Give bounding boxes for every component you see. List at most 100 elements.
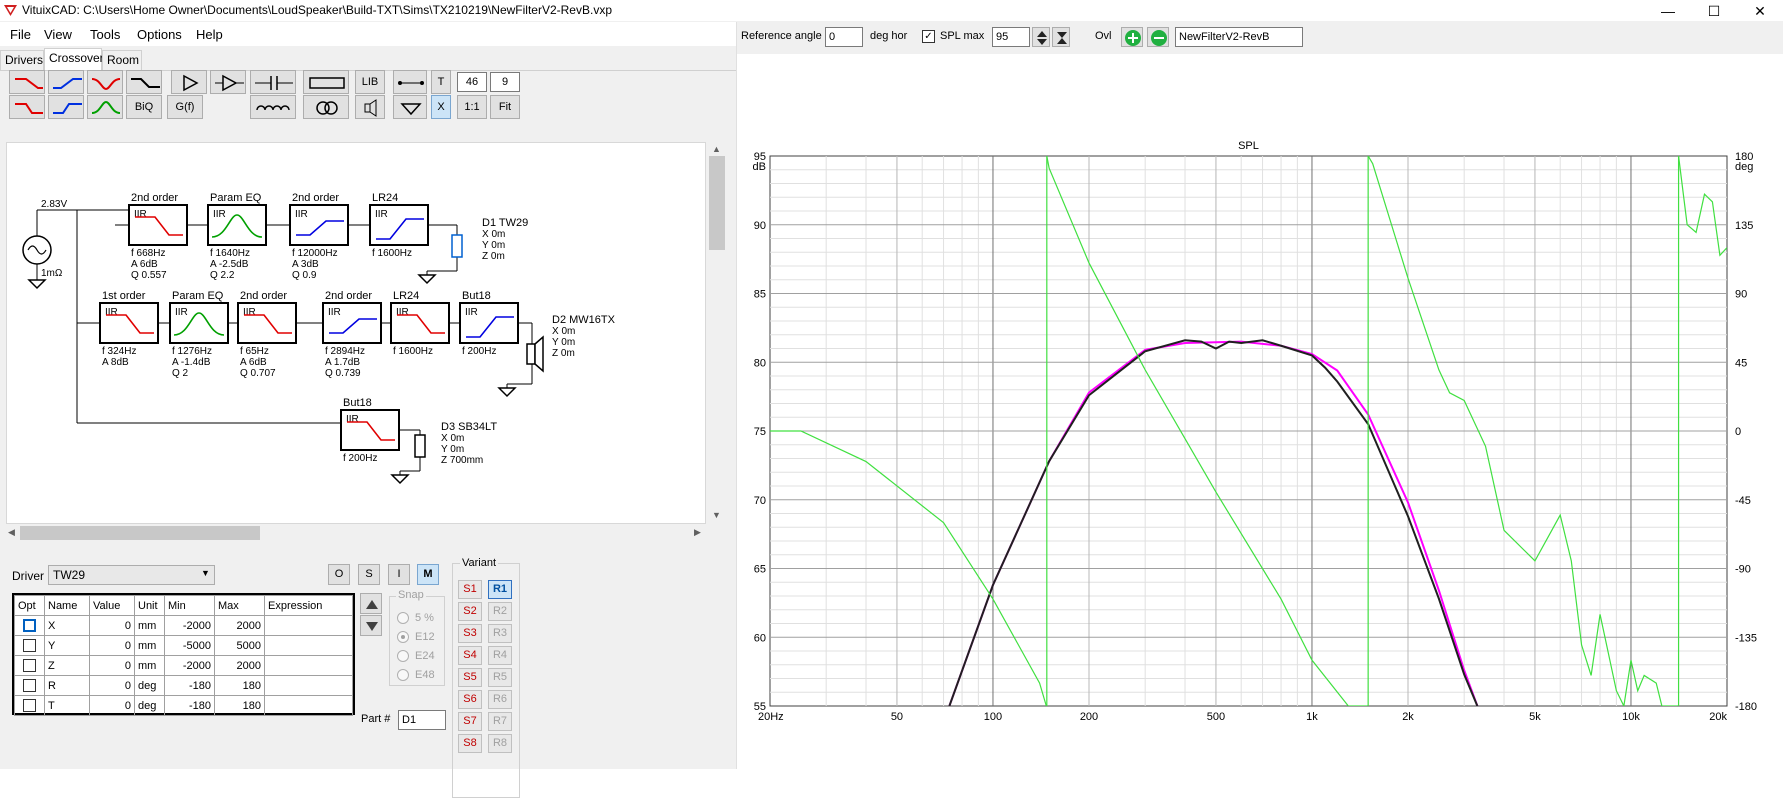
- filter-block[interactable]: 2nd order IIR f 12000HzA 3dBQ 0.9: [289, 192, 349, 281]
- notch-filter-button[interactable]: [87, 70, 123, 94]
- expression-cell[interactable]: [264, 635, 353, 656]
- snap-radio[interactable]: [397, 650, 409, 662]
- transfer-function-button[interactable]: G(f): [167, 95, 203, 119]
- scroll-right-icon[interactable]: ▶: [694, 527, 701, 538]
- value-cell[interactable]: 0: [89, 675, 135, 696]
- move-up-button[interactable]: [360, 593, 382, 614]
- expression-cell[interactable]: [264, 615, 353, 636]
- name-cell[interactable]: R: [44, 675, 90, 696]
- text-button[interactable]: T: [431, 70, 451, 94]
- variant-r-button[interactable]: R4: [488, 646, 512, 665]
- value-cell[interactable]: 0: [89, 655, 135, 676]
- biquad-button[interactable]: BiQ: [126, 95, 162, 119]
- opt-checkbox[interactable]: [23, 619, 36, 632]
- vertical-scrollbar[interactable]: ▲ ▼: [708, 142, 726, 524]
- horizontal-scroll-thumb[interactable]: [20, 526, 260, 540]
- reference-angle-field[interactable]: 0: [825, 27, 863, 47]
- table-row[interactable]: T 0 deg -180 180: [14, 695, 353, 716]
- driver-select[interactable]: TW29 ▼: [48, 565, 215, 585]
- vertical-scroll-thumb[interactable]: [709, 156, 725, 250]
- menu-help[interactable]: Help: [196, 27, 223, 42]
- variant-s-button[interactable]: S6: [458, 690, 482, 709]
- tab-room[interactable]: Room: [102, 50, 142, 70]
- add-overlay-icon[interactable]: [1121, 27, 1143, 47]
- ground-button[interactable]: [393, 95, 427, 119]
- filter-block[interactable]: 1st order IIR f 324HzA 8dB: [99, 290, 159, 368]
- spl-spin-icon[interactable]: [1032, 27, 1050, 47]
- zoom-fit-button[interactable]: Fit: [490, 95, 520, 119]
- maximize-button[interactable]: ☐: [1691, 0, 1737, 22]
- font-size-field[interactable]: 9: [490, 72, 520, 92]
- filter-block[interactable]: LR24 IIR f 1600Hz: [369, 192, 429, 259]
- move-down-button[interactable]: [360, 615, 382, 636]
- opt-checkbox[interactable]: [23, 639, 36, 652]
- grid-size-field[interactable]: 46: [457, 72, 487, 92]
- variant-r-button[interactable]: R7: [488, 712, 512, 731]
- unit-cell[interactable]: mm: [134, 655, 165, 676]
- library-button[interactable]: LIB: [355, 70, 385, 94]
- opt-checkbox[interactable]: [23, 659, 36, 672]
- snap-radio[interactable]: [397, 669, 409, 681]
- variant-s-button[interactable]: S5: [458, 668, 482, 687]
- table-row[interactable]: R 0 deg -180 180: [14, 675, 353, 696]
- capacitor-button[interactable]: [250, 70, 296, 94]
- max-cell[interactable]: 5000: [214, 635, 265, 656]
- variant-s-button[interactable]: S4: [458, 646, 482, 665]
- variant-r-button[interactable]: R6: [488, 690, 512, 709]
- name-cell[interactable]: Z: [44, 655, 90, 676]
- variant-s-button[interactable]: S8: [458, 734, 482, 753]
- snap-radio[interactable]: [397, 631, 409, 643]
- lowpass-2-button[interactable]: [9, 95, 45, 119]
- scroll-up-icon[interactable]: ▲: [712, 144, 721, 154]
- min-cell[interactable]: -180: [164, 675, 215, 696]
- filter-block[interactable]: 2nd order IIR f 65HzA 6dBQ 0.707: [237, 290, 297, 379]
- zoom-1-1-button[interactable]: 1:1: [457, 95, 487, 119]
- filter-block[interactable]: 2nd order IIR f 2894HzA 1.7dBQ 0.739: [322, 290, 382, 379]
- highpass-filter-button[interactable]: [48, 70, 84, 94]
- mode-i-button[interactable]: I: [388, 564, 410, 585]
- value-cell[interactable]: 0: [89, 615, 135, 636]
- part-number-field[interactable]: D1: [398, 710, 446, 730]
- min-cell[interactable]: -2000: [164, 615, 215, 636]
- table-row[interactable]: X 0 mm -2000 2000: [14, 615, 353, 636]
- variant-r-button[interactable]: R8: [488, 734, 512, 753]
- unit-cell[interactable]: mm: [134, 615, 165, 636]
- name-cell[interactable]: T: [44, 695, 90, 716]
- min-cell[interactable]: -180: [164, 695, 215, 716]
- step-filter-button[interactable]: [126, 70, 162, 94]
- menu-view[interactable]: View: [44, 27, 72, 42]
- opt-cell[interactable]: [14, 695, 45, 716]
- max-cell[interactable]: 2000: [214, 655, 265, 676]
- transformer-button[interactable]: [303, 95, 349, 119]
- spl-max-field[interactable]: 95: [992, 27, 1030, 47]
- unit-cell[interactable]: deg: [134, 695, 165, 716]
- expression-cell[interactable]: [264, 655, 353, 676]
- filter-block[interactable]: But18 IIR f 200Hz: [459, 290, 519, 357]
- max-cell[interactable]: 2000: [214, 615, 265, 636]
- unit-cell[interactable]: deg: [134, 675, 165, 696]
- schematic-canvas[interactable]: 2.83V 1mΩ 2nd order IIR f 668Hz A 6dB Q 0.557 P…: [6, 142, 706, 524]
- variant-r-button[interactable]: R2: [488, 602, 512, 621]
- driver-button[interactable]: [355, 95, 385, 119]
- filter-block[interactable]: LR24 IIR f 1600Hz: [390, 290, 450, 357]
- amplifier-button[interactable]: [171, 70, 207, 94]
- filter-block[interactable]: Param EQ IIR f 1276HzA -1.4dBQ 2: [169, 290, 229, 379]
- variant-s-button[interactable]: S3: [458, 624, 482, 643]
- min-cell[interactable]: -2000: [164, 655, 215, 676]
- horizontal-scrollbar[interactable]: ◀ ▶: [6, 524, 706, 542]
- peaking-eq-button[interactable]: [87, 95, 123, 119]
- scroll-left-icon[interactable]: ◀: [8, 527, 15, 538]
- opt-cell[interactable]: [14, 675, 45, 696]
- delete-button[interactable]: X: [431, 95, 451, 119]
- menu-file[interactable]: File: [10, 27, 31, 42]
- resistor-button[interactable]: [303, 70, 349, 94]
- menu-tools[interactable]: Tools: [90, 27, 120, 42]
- filter-block[interactable]: But18 IIR f 200Hz: [340, 397, 400, 464]
- lowpass-filter-button[interactable]: [9, 70, 45, 94]
- spl-max-checkbox[interactable]: ✓: [922, 30, 935, 43]
- close-button[interactable]: ✕: [1737, 0, 1783, 22]
- variant-s-button[interactable]: S2: [458, 602, 482, 621]
- opt-checkbox[interactable]: [23, 679, 36, 692]
- tab-drivers[interactable]: Drivers: [0, 50, 44, 70]
- mode-m-button[interactable]: M: [417, 564, 439, 585]
